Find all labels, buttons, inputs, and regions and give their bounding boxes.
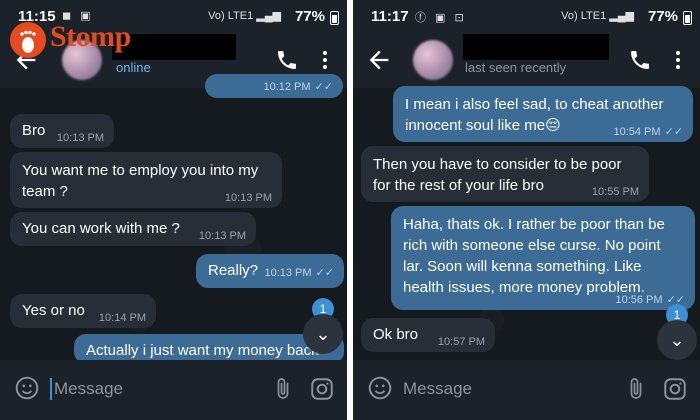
message-bubble-incoming[interactable]: Then you have to consider to be poor for…: [361, 146, 649, 202]
stomp-logo: Stomp: [10, 20, 166, 60]
read-ticks-icon: ✓✓: [315, 267, 334, 279]
avatar[interactable]: [413, 40, 453, 80]
message-time: 10:13 PM: [224, 192, 272, 204]
battery-icon: [683, 11, 692, 25]
scroll-down-button[interactable]: ⌄: [657, 320, 697, 360]
message-bubble-outgoing[interactable]: Really? 10:13 PM ✓✓: [196, 254, 344, 288]
message-input-bar: [0, 360, 347, 420]
chevron-down-icon: ⌄: [315, 324, 331, 344]
message-input[interactable]: [403, 376, 583, 402]
logo-badge: [10, 22, 46, 58]
message-time: 10:57 PM: [437, 336, 485, 348]
more-options-icon[interactable]: [666, 48, 690, 72]
camera-icon[interactable]: [309, 376, 335, 402]
message-bubble-incoming[interactable]: You can work with me ? 10:13 PM: [10, 212, 256, 246]
chat-screen-right: 11:17 ⓕ ▣ ⊡ Vo) LTE1 ▂▄▆ 77% last seen r…: [353, 0, 700, 420]
footprint-icon: [20, 30, 36, 53]
signal-icon: Vo) LTE1 ▂▄▆: [208, 10, 281, 22]
message-input[interactable]: [54, 376, 234, 402]
status-time: 11:17: [371, 8, 409, 25]
message-time: 10:55 PM: [591, 186, 639, 198]
message-time: 10:14 PM: [98, 312, 146, 324]
camera-icon[interactable]: [662, 376, 688, 402]
contact-name-redacted: [463, 34, 609, 60]
emoji-icon[interactable]: [14, 375, 40, 401]
battery-icon: [330, 11, 339, 25]
message-bubble-outgoing[interactable]: 10:12 PM ✓✓: [205, 74, 343, 98]
message-bubble-incoming[interactable]: You want me to employ you into my team ?…: [10, 152, 282, 208]
text-caret: [50, 378, 52, 400]
message-text: Actually i just want my money back: [86, 342, 319, 359]
battery-level: 77%: [294, 8, 325, 25]
message-bubble-incoming[interactable]: Ok bro 10:57 PM: [361, 318, 495, 352]
message-text: Haha, thats ok. I rather be poor than be…: [403, 216, 665, 296]
contact-status: last seen recently: [465, 60, 567, 75]
read-ticks-icon: ✓✓: [664, 126, 683, 138]
battery-level: 77%: [647, 8, 678, 25]
message-time: 10:13 PM: [264, 267, 312, 279]
message-bubble-outgoing[interactable]: Haha, thats ok. I rather be poor than be…: [391, 206, 695, 310]
phone-icon[interactable]: [628, 48, 652, 72]
phone-icon[interactable]: [275, 48, 299, 72]
signal-icon: Vo) LTE1 ▂▄▆: [561, 10, 634, 22]
logo-text: Stomp: [50, 20, 131, 53]
chevron-down-icon: ⌄: [669, 330, 685, 350]
paperclip-icon[interactable]: [271, 375, 295, 403]
read-ticks-icon: ✓✓: [314, 81, 333, 93]
message-time: 10:54 PM: [613, 126, 661, 138]
message-time: 10:56 PM: [615, 294, 663, 306]
contact-status: online: [116, 60, 151, 75]
back-arrow-icon[interactable]: [365, 46, 393, 74]
message-time: 10:13 PM: [56, 132, 104, 144]
message-bubble-incoming[interactable]: Bro 10:13 PM: [10, 114, 114, 148]
message-input-bar: [353, 360, 700, 420]
message-bubble-outgoing[interactable]: I mean i also feel sad, to cheat another…: [393, 86, 693, 142]
chat-screen-left: 11:15 ◼ ▣ Vo) LTE1 ▂▄▆ 77% online 10:12 …: [0, 0, 347, 420]
message-bubble-incoming[interactable]: Yes or no 10:14 PM: [10, 294, 156, 328]
chat-header: last seen recently: [353, 34, 700, 88]
paperclip-icon[interactable]: [624, 375, 648, 403]
notification-icons: ⓕ ▣ ⊡: [415, 12, 467, 24]
status-bar: 11:17 ⓕ ▣ ⊡ Vo) LTE1 ▂▄▆ 77%: [353, 0, 700, 34]
message-time: 10:13 PM: [198, 230, 246, 242]
emoji-icon[interactable]: [367, 375, 393, 401]
scroll-down-button[interactable]: ⌄: [303, 314, 343, 354]
more-options-icon[interactable]: [313, 48, 337, 72]
